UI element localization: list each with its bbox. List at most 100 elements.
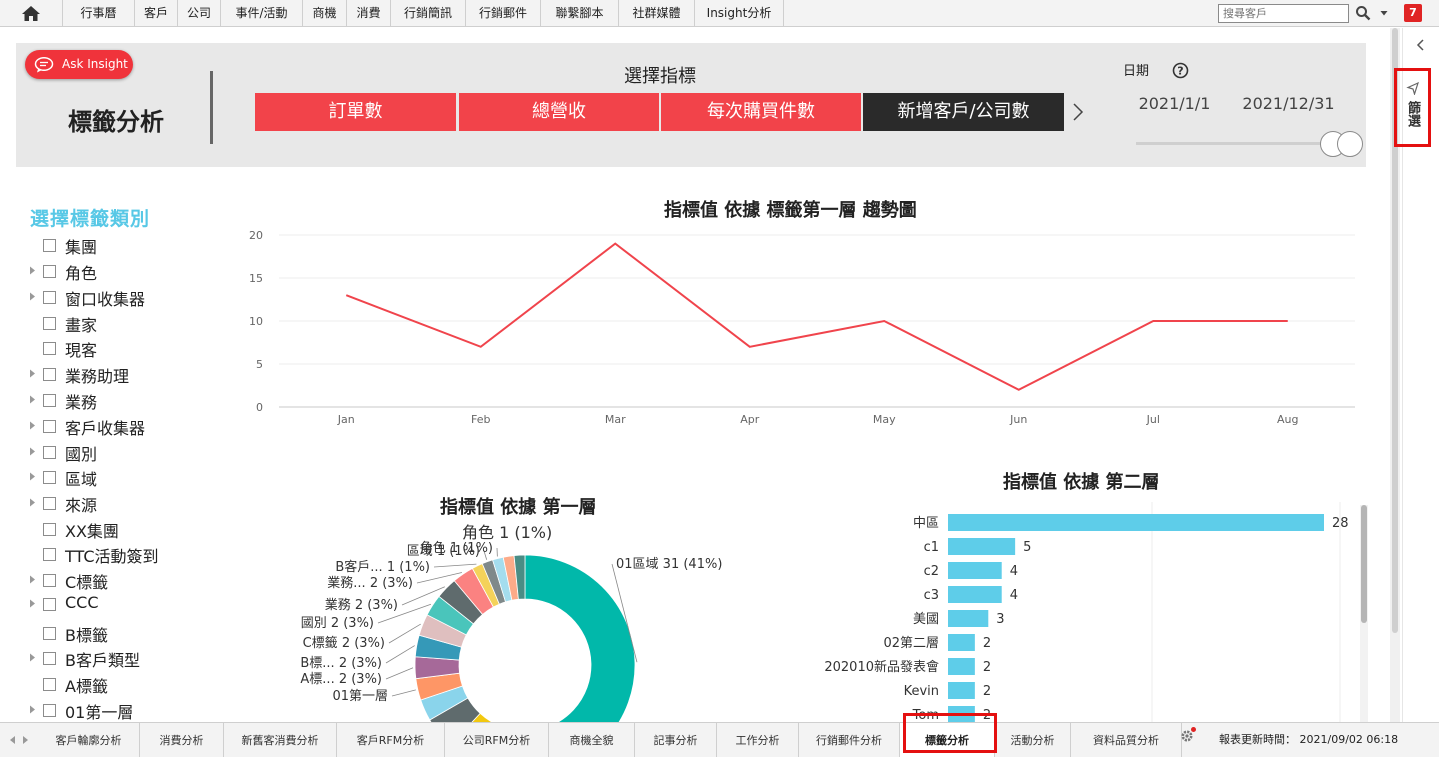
nav-item[interactable]: 聯繫腳本 <box>540 0 618 27</box>
tag-checkbox[interactable] <box>43 598 56 611</box>
report-tab[interactable]: 活動分析 <box>995 723 1071 757</box>
help-icon[interactable]: ? <box>1172 62 1189 79</box>
tag-checkbox[interactable] <box>43 523 56 536</box>
date-slider-end-handle[interactable] <box>1337 131 1363 157</box>
bar-chart-scrollbar[interactable] <box>1360 505 1368 722</box>
filter-pane-toggle[interactable]: 篩選 <box>1394 68 1431 147</box>
expand-arrow-icon[interactable] <box>29 369 36 378</box>
tag-item[interactable]: XX集團 <box>28 517 218 541</box>
tag-label: 業務助理 <box>65 367 130 386</box>
report-tab[interactable]: 客戶RFM分析 <box>337 723 445 757</box>
report-tab[interactable]: 資料品質分析 <box>1071 723 1182 757</box>
tag-item[interactable]: CCC <box>28 592 218 614</box>
tag-item[interactable]: 客戶收集器 <box>28 414 218 438</box>
nav-item[interactable]: 消費 <box>346 0 390 27</box>
tag-checkbox[interactable] <box>43 291 56 304</box>
expand-arrow-icon[interactable] <box>29 705 36 714</box>
tag-checkbox[interactable] <box>43 368 56 381</box>
tag-item[interactable]: 業務 <box>28 388 218 412</box>
tag-checkbox[interactable] <box>43 548 56 561</box>
tag-item[interactable]: B客戶類型 <box>28 646 218 670</box>
report-tab[interactable]: 行銷郵件分析 <box>799 723 900 757</box>
report-tab[interactable]: 工作分析 <box>717 723 799 757</box>
chevron-down-icon[interactable] <box>1379 8 1389 18</box>
tag-item[interactable]: 來源 <box>28 491 218 515</box>
search-icon[interactable] <box>1355 5 1371 21</box>
nav-item[interactable]: 行銷簡訊 <box>390 0 465 27</box>
metric-button-items-per-order[interactable]: 每次購買件數 <box>661 93 861 131</box>
bar-category-label: Kevin <box>904 684 939 699</box>
tag-checkbox[interactable] <box>43 394 56 407</box>
report-tab[interactable]: 商機全貌 <box>549 723 635 757</box>
chevron-left-icon[interactable] <box>1414 38 1428 52</box>
tag-item[interactable]: B標籤 <box>28 621 218 645</box>
donut-leader-line <box>385 667 414 680</box>
expand-arrow-icon[interactable] <box>29 472 36 481</box>
home-icon[interactable] <box>13 4 49 23</box>
tag-item[interactable]: 區域 <box>28 465 218 489</box>
expand-arrow-icon[interactable] <box>29 292 36 301</box>
report-tab[interactable]: 記事分析 <box>635 723 717 757</box>
nav-item[interactable]: 商機 <box>302 0 346 27</box>
tag-item[interactable]: A標籤 <box>28 672 218 696</box>
date-from-input[interactable]: 2021/1/1 <box>1123 84 1226 122</box>
tag-checkbox[interactable] <box>43 317 56 330</box>
nav-item[interactable]: 行事曆 <box>62 0 134 27</box>
chevron-right-icon[interactable] <box>1071 102 1085 122</box>
report-tab[interactable]: 客戶輪廓分析 <box>38 723 140 757</box>
notification-badge[interactable]: 7 <box>1404 4 1422 22</box>
tag-checkbox[interactable] <box>43 446 56 459</box>
metric-button-revenue[interactable]: 總營收 <box>459 93 659 131</box>
tag-checkbox[interactable] <box>43 704 56 717</box>
expand-arrow-icon[interactable] <box>29 498 36 507</box>
expand-arrow-icon[interactable] <box>29 395 36 404</box>
tag-checkbox[interactable] <box>43 678 56 691</box>
tag-checkbox[interactable] <box>43 652 56 665</box>
nav-item[interactable]: 客戶 <box>134 0 177 27</box>
tag-item[interactable]: 集團 <box>28 233 218 257</box>
tag-label: 客戶收集器 <box>65 419 146 438</box>
first-layer-donut-chart: 01區域 31 (41%) 01第一層 A標... 2 (3%)B標... 2 (3… <box>300 523 722 722</box>
tag-checkbox[interactable] <box>43 239 56 252</box>
tag-checkbox[interactable] <box>43 471 56 484</box>
metric-button-orders[interactable]: 訂單數 <box>255 93 456 131</box>
nav-item[interactable]: 社群媒體 <box>618 0 694 27</box>
tag-checkbox[interactable] <box>43 265 56 278</box>
tag-item[interactable]: 01第一層 <box>28 698 218 722</box>
customer-search-input[interactable] <box>1218 4 1349 23</box>
expand-arrow-icon[interactable] <box>29 266 36 275</box>
nav-item[interactable]: Insight分析 <box>694 0 784 27</box>
tag-item[interactable]: C標籤 <box>28 568 218 592</box>
expand-arrow-icon[interactable] <box>29 421 36 430</box>
tag-item[interactable]: 國別 <box>28 440 218 464</box>
date-to-input[interactable]: 2021/12/31 <box>1234 84 1343 122</box>
tag-checkbox[interactable] <box>43 420 56 433</box>
tag-checkbox[interactable] <box>43 342 56 355</box>
bar-chart-scrollbar-thumb[interactable] <box>1361 505 1367 623</box>
nav-item[interactable]: 事件/活動 <box>220 0 302 27</box>
nav-item[interactable]: 行銷郵件 <box>465 0 540 27</box>
tag-item[interactable]: 畫家 <box>28 311 218 335</box>
metric-button-new-customers[interactable]: 新增客戶/公司數 <box>863 93 1064 131</box>
tag-item[interactable]: 角色 <box>28 259 218 283</box>
tag-checkbox[interactable] <box>43 497 56 510</box>
tag-item[interactable]: 業務助理 <box>28 362 218 386</box>
nav-item[interactable]: 公司 <box>177 0 220 27</box>
report-tab[interactable]: 消費分析 <box>140 723 224 757</box>
ask-insight-button[interactable]: Ask Insight <box>25 50 133 79</box>
tag-checkbox[interactable] <box>43 627 56 640</box>
tag-label: 國別 <box>65 445 98 464</box>
bar-value-label: 4 <box>1010 564 1018 579</box>
date-range-slider[interactable] <box>1136 142 1350 145</box>
report-tab[interactable]: 公司RFM分析 <box>445 723 549 757</box>
expand-arrow-icon[interactable] <box>29 653 36 662</box>
expand-arrow-icon[interactable] <box>29 447 36 456</box>
tag-item[interactable]: 窗口收集器 <box>28 285 218 309</box>
tag-item[interactable]: 現客 <box>28 336 218 360</box>
tab-scroll-arrows-icon[interactable] <box>6 733 32 747</box>
expand-arrow-icon[interactable] <box>29 599 36 608</box>
expand-arrow-icon[interactable] <box>29 575 36 584</box>
tag-checkbox[interactable] <box>43 574 56 587</box>
tag-item[interactable]: TTC活動簽到 <box>28 542 218 566</box>
report-tab[interactable]: 新舊客消費分析 <box>224 723 337 757</box>
